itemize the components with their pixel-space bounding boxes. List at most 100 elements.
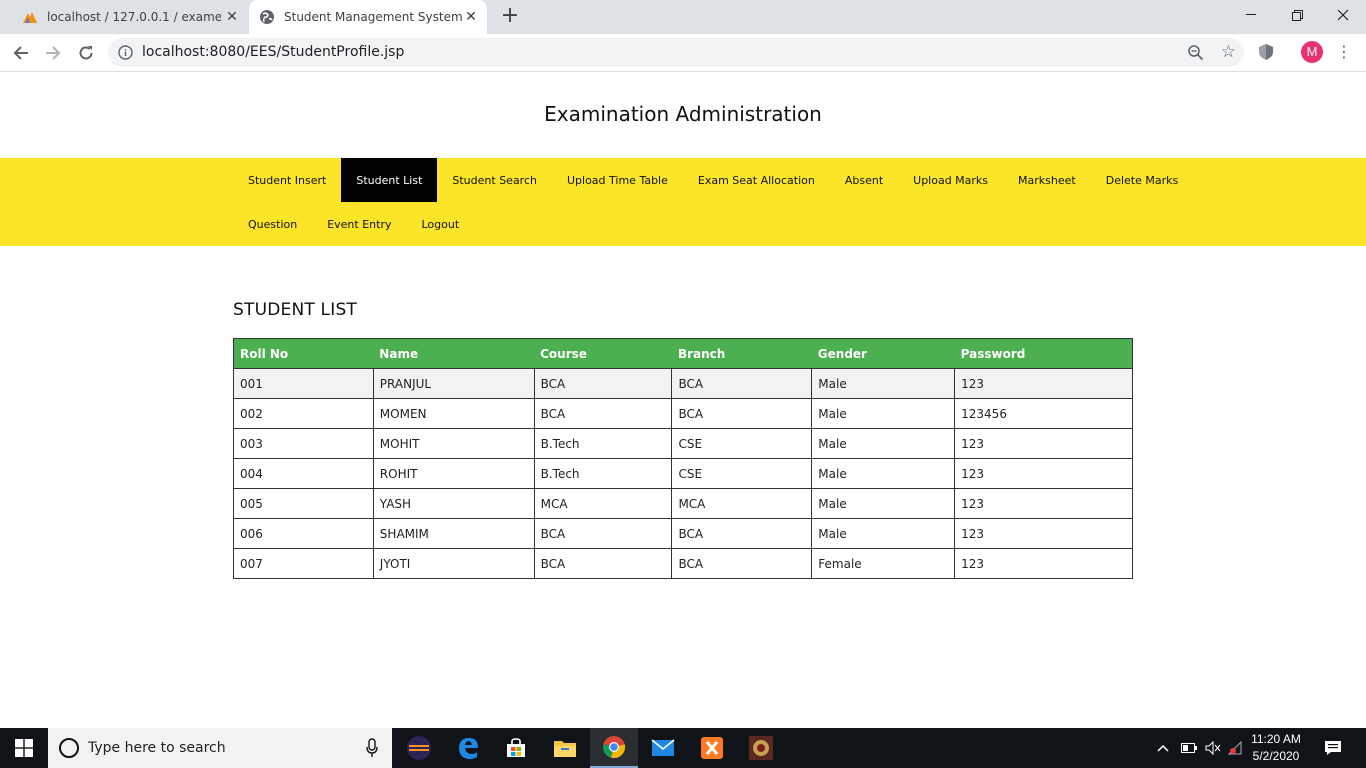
column-header-roll-no: Roll No <box>233 338 374 369</box>
profile-avatar[interactable]: M <box>1301 41 1323 63</box>
tab-title: Student Management System <box>284 10 463 24</box>
close-tab-icon[interactable]: ✕ <box>463 9 479 25</box>
browser-tab-bar: localhost / 127.0.0.1 / examevalu ✕ Stud… <box>0 0 1366 34</box>
cell-course: BCA <box>533 398 673 429</box>
column-header-name: Name <box>373 338 535 369</box>
search-placeholder: Type here to search <box>88 740 226 756</box>
windows-taskbar: Type here to search 11:20 AM 5/2/2020 <box>0 728 1366 768</box>
cell-gender: Male <box>811 428 956 459</box>
cell-gender: Female <box>811 548 956 579</box>
nav-row-2: Question Event Entry Logout <box>233 202 474 246</box>
kebab-menu-icon[interactable]: ⋮ <box>1336 42 1352 62</box>
cell-gender: Male <box>811 518 956 549</box>
cell-name: PRANJUL <box>372 368 535 399</box>
nav-upload-time-table[interactable]: Upload Time Table <box>552 158 683 202</box>
cell-gender: Male <box>811 368 956 399</box>
taskbar-clock[interactable]: 11:20 AM 5/2/2020 <box>1244 731 1308 765</box>
cell-name: ROHIT <box>372 458 535 489</box>
cell-branch: BCA <box>671 548 813 579</box>
windows-start-icon[interactable] <box>0 728 48 768</box>
student-table: Roll No Name Course Branch Gender Passwo… <box>233 338 1133 579</box>
cell-course: B.Tech <box>533 458 673 489</box>
address-bar[interactable]: localhost:8080/EES/StudentProfile.jsp ☆ <box>108 38 1244 67</box>
globe-icon <box>259 9 275 25</box>
cell-course: MCA <box>533 488 673 519</box>
cell-gender: Male <box>811 398 956 429</box>
nav-student-insert[interactable]: Student Insert <box>233 158 341 202</box>
cell-password: 123 <box>954 428 1133 459</box>
back-arrow-icon[interactable] <box>8 40 34 66</box>
restore-icon[interactable] <box>1274 0 1320 30</box>
file-explorer-icon[interactable] <box>541 728 589 768</box>
network-disconnected-icon[interactable] <box>1228 728 1244 768</box>
browser-tab-phpmyadmin[interactable]: localhost / 127.0.0.1 / examevalu ✕ <box>12 0 248 34</box>
nav-row-1: Student Insert Student List Student Sear… <box>233 158 1193 202</box>
microsoft-store-icon[interactable] <box>492 728 540 768</box>
main-nav: Student Insert Student List Student Sear… <box>0 158 1366 246</box>
info-icon[interactable] <box>118 45 133 60</box>
minimize-icon[interactable] <box>1228 0 1274 30</box>
zoom-icon[interactable] <box>1187 44 1204 61</box>
cell-password: 123 <box>954 458 1133 489</box>
cell-password: 123 <box>954 368 1133 399</box>
table-row: 002 MOMEN BCA BCA Male 123456 <box>233 398 1133 429</box>
cell-branch: MCA <box>671 488 813 519</box>
cell-password: 123456 <box>954 398 1133 429</box>
reload-icon[interactable] <box>73 40 99 66</box>
table-row: 005 YASH MCA MCA Male 123 <box>233 488 1133 519</box>
cell-password: 123 <box>954 518 1133 549</box>
cell-roll-no: 004 <box>233 458 374 489</box>
cell-password: 123 <box>954 548 1133 579</box>
taskbar-search-box[interactable]: Type here to search <box>48 728 392 768</box>
cell-gender: Male <box>811 458 956 489</box>
shield-extension-icon[interactable] <box>1258 43 1274 61</box>
battery-icon[interactable] <box>1181 728 1197 768</box>
cell-gender: Male <box>811 488 956 519</box>
new-tab-icon[interactable]: + <box>498 5 522 29</box>
url-text[interactable]: localhost:8080/EES/StudentProfile.jsp <box>142 44 404 60</box>
eclipse-app-icon[interactable] <box>395 728 443 768</box>
cell-course: B.Tech <box>533 428 673 459</box>
nav-student-list[interactable]: Student List <box>341 158 438 202</box>
cell-password: 123 <box>954 488 1133 519</box>
cell-name: MOMEN <box>372 398 535 429</box>
nav-exam-seat-allocation[interactable]: Exam Seat Allocation <box>683 158 830 202</box>
speaker-muted-icon[interactable] <box>1205 728 1221 768</box>
nav-upload-marks[interactable]: Upload Marks <box>898 158 1003 202</box>
nav-marksheet[interactable]: Marksheet <box>1003 158 1091 202</box>
site-header: Examination Administration <box>0 72 1366 158</box>
app-logo-icon[interactable] <box>737 728 785 768</box>
cell-branch: BCA <box>671 398 813 429</box>
clock-time: 11:20 AM <box>1251 732 1301 746</box>
edge-browser-icon[interactable] <box>444 728 492 768</box>
forward-arrow-icon[interactable] <box>40 40 66 66</box>
cell-course: BCA <box>533 368 673 399</box>
show-hidden-icons-chevron-icon[interactable] <box>1156 728 1170 768</box>
bookmark-star-icon[interactable]: ☆ <box>1221 42 1236 62</box>
table-row: 001 PRANJUL BCA BCA Male 123 <box>233 368 1133 399</box>
browser-tab-student-management[interactable]: Student Management System ✕ <box>249 0 487 34</box>
table-row: 003 MOHIT B.Tech CSE Male 123 <box>233 428 1133 459</box>
chrome-browser-icon[interactable] <box>590 728 638 768</box>
xampp-icon[interactable] <box>688 728 736 768</box>
nav-logout[interactable]: Logout <box>406 202 474 246</box>
cell-name: JYOTI <box>372 548 535 579</box>
nav-event-entry[interactable]: Event Entry <box>312 202 406 246</box>
cell-course: BCA <box>533 518 673 549</box>
close-window-icon[interactable] <box>1320 0 1366 30</box>
cell-roll-no: 006 <box>233 518 374 549</box>
cell-roll-no: 001 <box>233 368 374 399</box>
nav-delete-marks[interactable]: Delete Marks <box>1091 158 1194 202</box>
microphone-icon[interactable] <box>366 738 378 758</box>
action-center-icon[interactable] <box>1324 728 1342 768</box>
nav-absent[interactable]: Absent <box>830 158 898 202</box>
cell-branch: BCA <box>671 518 813 549</box>
nav-student-search[interactable]: Student Search <box>437 158 552 202</box>
cortana-icon <box>59 738 79 758</box>
cell-name: MOHIT <box>372 428 535 459</box>
mail-app-icon[interactable] <box>639 728 687 768</box>
nav-question[interactable]: Question <box>233 202 312 246</box>
close-tab-icon[interactable]: ✕ <box>224 9 240 25</box>
table-row: 006 SHAMIM BCA BCA Male 123 <box>233 518 1133 549</box>
column-header-branch: Branch <box>671 338 812 369</box>
